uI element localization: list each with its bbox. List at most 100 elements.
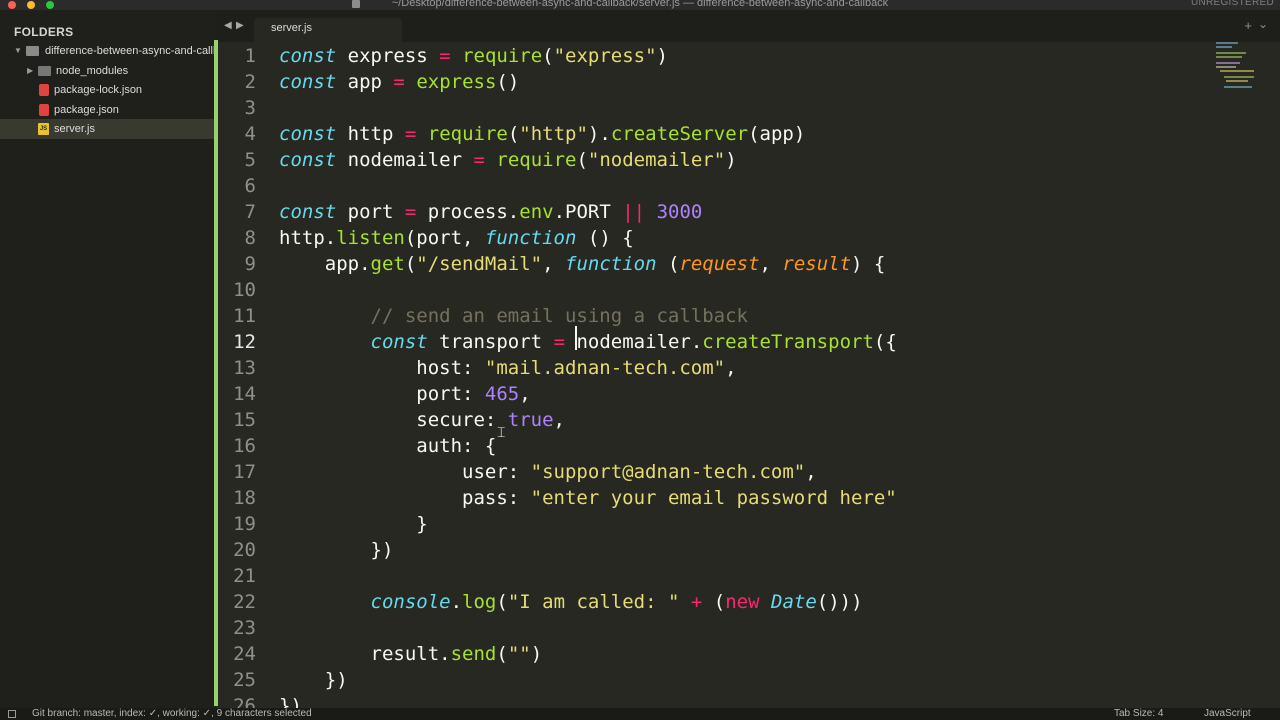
code-text[interactable]: result.send("") [279,641,543,667]
folders-header: FOLDERS [14,25,74,39]
line-number: 17 [233,461,256,483]
code-line: 25 }) [218,667,1280,693]
tree-item-node-modules[interactable]: ▶ node_modules [0,61,216,81]
code-line: 8 http.listen(port, function () { [218,225,1280,251]
minimap-line [1216,56,1242,58]
line-number: 18 [233,487,256,509]
code-text[interactable]: http.listen(port, function () { [279,225,634,251]
code-text[interactable]: secure: true, [279,407,565,433]
code-line: 6 [218,173,1280,199]
code-line: 9 app.get("/sendMail", function (request… [218,251,1280,277]
code-line: 16 auth: { [218,433,1280,459]
code-text[interactable]: const nodemailer = require("nodemailer") [279,147,737,173]
code-text[interactable]: const express = require("express") [279,43,668,69]
line-number: 20 [233,539,256,561]
code-text[interactable]: const http = require("http").createServe… [279,121,805,147]
code-text[interactable]: pass: "enter your email password here" [279,485,897,511]
line-number: 9 [244,253,256,275]
tab-bar: ◀ ▶ server.js + ⌄ [216,10,1280,42]
code-text[interactable]: app.get("/sendMail", function (request, … [279,251,886,277]
code-text[interactable]: user: "support@adnan-tech.com", [279,459,817,485]
minimap-line [1226,80,1248,82]
line-number: 25 [233,669,256,691]
disclosure-right-icon[interactable]: ▶ [27,61,33,81]
code-line: 15 secure: true, [218,407,1280,433]
tree-item-server-js[interactable]: JS server.js [0,119,216,139]
unregistered-badge: UNREGISTERED [1190,0,1274,8]
code-text[interactable]: const transport = nodemailer.createTrans… [279,329,897,355]
code-text[interactable]: } [279,511,427,537]
code-line: 2 const app = express() [218,69,1280,95]
code-line: 13 host: "mail.adnan-tech.com", [218,355,1280,381]
chevron-down-icon[interactable]: ⌄ [1258,17,1268,31]
window-title: ~/Desktop/difference-between-async-and-c… [391,0,889,9]
tree-item-label: package-lock.json [54,84,143,96]
line-number: 1 [244,45,256,67]
tab-size-selector[interactable]: Tab Size: 4 [1114,708,1163,719]
nav-back-icon[interactable]: ◀ [224,20,232,31]
code-text[interactable]: }) [279,667,348,693]
tree-item-label: package.json [54,104,119,116]
code-line: 11 // send an email using a callback [218,303,1280,329]
code-line: 21 [218,563,1280,589]
code-text[interactable]: console.log("I am called: " + (new Date(… [279,589,863,615]
code-line: 1 const express = require("express") [218,43,1280,69]
code-text[interactable]: const app = express() [279,69,519,95]
tree-item-package-lock[interactable]: package-lock.json [0,80,216,100]
status-bar: Git branch: master, index: ✓, working: ✓… [0,708,1280,720]
line-number: 8 [244,227,256,249]
code-comment[interactable]: // send an email using a callback [279,303,749,329]
syntax-selector[interactable]: JavaScript [1204,708,1251,719]
code-line-current: 12 const transport = nodemailer.createTr… [218,329,1280,355]
line-number: 12 [233,331,256,353]
folder-open-icon [26,46,39,56]
line-number: 21 [233,565,256,587]
sidebar: FOLDERS ◀ ▼ difference-between-async-and… [0,10,232,708]
line-number: 15 [233,409,256,431]
code-editor[interactable]: 1 const express = require("express") 2 c… [218,42,1280,708]
tree-item-package-json[interactable]: package.json [0,100,216,120]
line-number: 19 [233,513,256,535]
code-line: 5 const nodemailer = require("nodemailer… [218,147,1280,173]
code-line: 22 console.log("I am called: " + (new Da… [218,589,1280,615]
tab-server-js[interactable]: server.js [254,18,402,42]
line-number: 4 [244,123,256,145]
folder-icon [38,66,51,76]
minimap[interactable] [1212,40,1268,90]
nav-forward-icon[interactable]: ▶ [236,20,244,31]
code-text[interactable]: port: 465, [279,381,530,407]
code-line: 14 port: 465, [218,381,1280,407]
line-number: 11 [233,305,256,327]
tree-item-label: difference-between-async-and-callback [45,45,216,57]
line-number: 24 [233,643,256,665]
json-file-icon [39,104,49,116]
line-number: 6 [244,175,256,197]
minimap-line [1216,42,1238,44]
disclosure-down-icon[interactable]: ▼ [14,41,22,61]
code-line: 4 const http = require("http").createSer… [218,121,1280,147]
code-line: 7 const port = process.env.PORT || 3000 [218,199,1280,225]
code-line: 23 [218,615,1280,641]
tree-item-label: node_modules [56,65,129,77]
ibeam-cursor-icon: ⌶ [497,424,506,440]
tree-item-project-folder[interactable]: ▼ difference-between-async-and-callback [0,41,216,61]
code-text[interactable]: }) [279,537,394,563]
code-line: 3 [218,95,1280,121]
line-number: 14 [233,383,256,405]
code-text[interactable]: auth: { [279,433,496,459]
minimap-line [1220,70,1254,72]
tree-item-label: server.js [54,123,95,135]
minimap-line [1224,76,1254,78]
code-text[interactable]: }) [279,693,302,708]
new-tab-icon[interactable]: + [1244,18,1252,33]
panel-toggle-icon[interactable] [8,710,16,718]
line-number: 16 [233,435,256,457]
minimap-line [1216,66,1236,68]
line-number: 5 [244,149,256,171]
tab-label: server.js [271,22,312,34]
status-git-selection: Git branch: master, index: ✓, working: ✓… [32,708,312,719]
title-bar: ~/Desktop/difference-between-async-and-c… [0,0,1280,10]
code-text[interactable]: host: "mail.adnan-tech.com", [279,355,736,381]
code-line: 24 result.send("") [218,641,1280,667]
code-text[interactable]: const port = process.env.PORT || 3000 [279,199,702,225]
